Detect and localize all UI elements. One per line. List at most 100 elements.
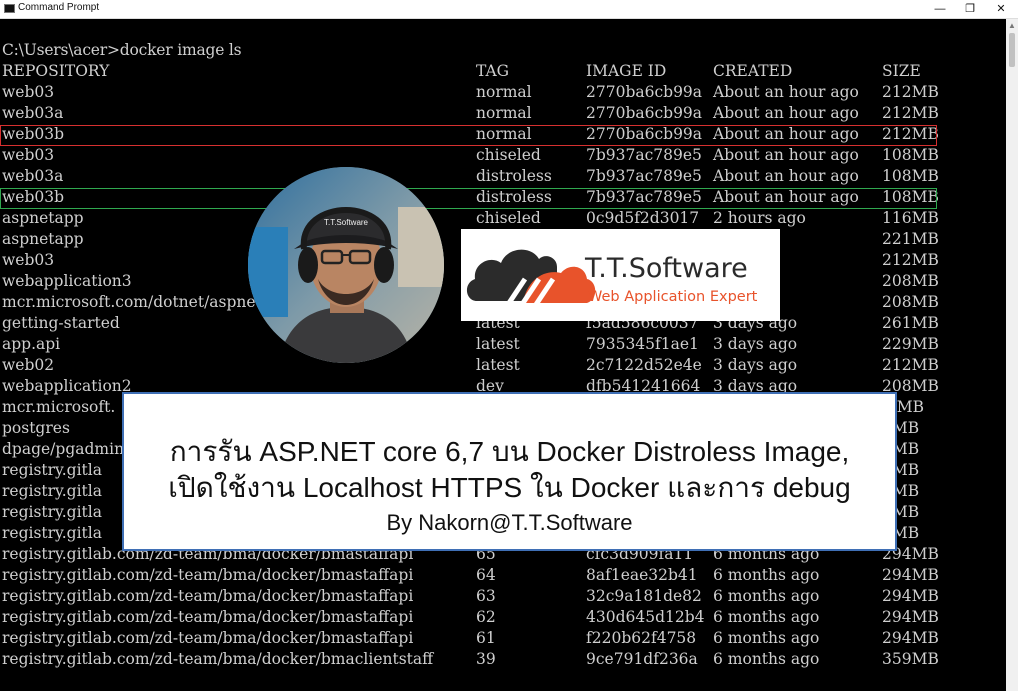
cell-size: 229MB xyxy=(882,335,939,353)
header-created: CREATED xyxy=(713,62,793,80)
cell-repository: registry.gitla xyxy=(2,524,102,542)
cell-created: 6 months ago xyxy=(713,587,820,605)
cell-created: About an hour ago xyxy=(713,104,859,122)
minimize-button[interactable]: — xyxy=(925,0,955,18)
cloud-logo-graphic: T.T.Software Web Application Expert xyxy=(466,249,758,317)
cell-size: 208MB xyxy=(882,272,939,290)
maximize-button[interactable]: ❐ xyxy=(955,0,985,18)
cell-repository: registry.gitlab.com/zd-team/bma/docker/b… xyxy=(2,587,414,605)
table-row: registry.gitlab.com/zd-team/bma/docker/b… xyxy=(0,566,1006,587)
cell-tag: distroless xyxy=(476,167,552,185)
cap-logo-text: T.T.Software xyxy=(324,218,369,227)
cell-image-id: 0c9d5f2d3017 xyxy=(586,209,700,227)
cell-image-id: 7b937ac789e5 xyxy=(586,146,702,164)
table-row: registry.gitlab.com/zd-team/bma/docker/b… xyxy=(0,608,1006,629)
cell-size: 212MB xyxy=(882,104,939,122)
header-image-id: IMAGE ID xyxy=(586,62,667,80)
article-title-banner: การรัน ASP.NET core 6,7 บน Docker Distro… xyxy=(122,392,897,551)
cell-image-id: 2770ba6cb99a xyxy=(586,104,703,122)
cell-repository: registry.gitla xyxy=(2,503,102,521)
window-title: Command Prompt xyxy=(18,2,100,13)
cell-repository: registry.gitlab.com/zd-team/bma/docker/b… xyxy=(2,629,414,647)
cell-repository: web03 xyxy=(2,251,55,269)
cell-repository: registry.gitlab.com/zd-team/bma/docker/b… xyxy=(2,566,414,584)
cell-tag: 61 xyxy=(476,629,496,647)
table-row: registry.gitlab.com/zd-team/bma/docker/b… xyxy=(0,650,1006,671)
table-row: registry.gitlab.com/zd-team/bma/docker/b… xyxy=(0,629,1006,650)
cell-repository: webapplication3 xyxy=(2,272,132,290)
cell-created: 6 months ago xyxy=(713,566,820,584)
cell-repository: registry.gitla xyxy=(2,461,102,479)
highlight-box-green xyxy=(0,188,937,209)
cell-repository: registry.gitla xyxy=(2,482,102,500)
cell-repository: web03a xyxy=(2,104,64,122)
cell-image-id: 9ce791df236a xyxy=(586,650,698,668)
cell-repository: getting-started xyxy=(2,314,120,332)
company-logo: T.T.Software Web Application Expert xyxy=(461,229,780,321)
scrollbar-thumb[interactable] xyxy=(1009,33,1015,67)
cell-repository: web03a xyxy=(2,167,64,185)
cell-size: 261MB xyxy=(882,314,939,332)
cell-repository: mcr.microsoft. xyxy=(2,398,116,416)
cell-size: 221MB xyxy=(882,230,939,248)
cell-size: 212MB xyxy=(882,356,939,374)
scroll-up-icon[interactable]: ▲ xyxy=(1008,21,1016,30)
vertical-scrollbar[interactable]: ▲ xyxy=(1006,19,1018,691)
cell-size: 294MB xyxy=(882,566,939,584)
cell-repository: web03 xyxy=(2,146,55,164)
cell-created: 3 days ago xyxy=(713,356,798,374)
cell-tag: 64 xyxy=(476,566,496,584)
cell-created: 6 months ago xyxy=(713,629,820,647)
command-line: C:\Users\acer>docker image ls xyxy=(2,41,242,59)
cell-tag: chiseled xyxy=(476,146,541,164)
banner-title-line-2: เปิดใช้งาน Localhost HTTPS ใน Docker และ… xyxy=(168,472,851,503)
cell-created: 6 months ago xyxy=(713,608,820,626)
logo-name: T.T.Software xyxy=(584,253,748,284)
cell-repository: webapplication2 xyxy=(2,377,132,395)
cell-tag: normal xyxy=(476,104,532,122)
cell-size: 294MB xyxy=(882,608,939,626)
cell-size: 294MB xyxy=(882,629,939,647)
cell-size: 116MB xyxy=(882,209,939,227)
cell-size: 359MB xyxy=(882,650,939,668)
cell-repository: aspnetapp xyxy=(2,230,84,248)
command-prompt-icon xyxy=(4,4,15,13)
cell-tag: latest xyxy=(476,356,520,374)
header-repository: REPOSITORY xyxy=(2,62,110,80)
cell-repository: postgres xyxy=(2,419,70,437)
cell-size: 294MB xyxy=(882,587,939,605)
cell-repository: web03 xyxy=(2,83,55,101)
cell-repository: app.api xyxy=(2,335,61,353)
cell-image-id: 7b937ac789e5 xyxy=(586,167,702,185)
cell-size: 108MB xyxy=(882,146,939,164)
table-row: registry.gitlab.com/zd-team/bma/docker/b… xyxy=(0,587,1006,608)
cell-created: About an hour ago xyxy=(713,146,859,164)
cell-created: 6 months ago xyxy=(713,650,820,668)
cell-tag: latest xyxy=(476,335,520,353)
author-avatar: T.T.Software xyxy=(248,167,444,363)
header-size: SIZE xyxy=(882,62,921,80)
cell-size: 208MB xyxy=(882,293,939,311)
table-row: aspnetapp chiseled 0c9d5f2d3017 2 hours ago… xyxy=(0,209,1006,230)
author-portrait-image: T.T.Software xyxy=(248,167,444,363)
cell-repository: mcr.microsoft.com/dotnet/aspne xyxy=(2,293,256,311)
cell-image-id: 32c9a181de82 xyxy=(586,587,702,605)
cell-tag: chiseled xyxy=(476,209,541,227)
cell-image-id: 2c7122d52e4e xyxy=(586,356,702,374)
cell-repository: registry.gitlab.com/zd-team/bma/docker/b… xyxy=(2,608,414,626)
cell-size: 212MB xyxy=(882,251,939,269)
console-output[interactable]: C:\Users\acer>docker image ls REPOSITORY… xyxy=(0,19,1006,691)
cell-repository: aspnetapp xyxy=(2,209,84,227)
cell-image-id: 430d645d12b4 xyxy=(586,608,705,626)
table-row: web03a normal 2770ba6cb99a About an hour ag… xyxy=(0,104,1006,125)
cell-repository: registry.gitlab.com/zd-team/bma/docker/b… xyxy=(2,650,434,668)
cell-tag: 39 xyxy=(476,650,496,668)
close-button[interactable]: ✕ xyxy=(986,0,1016,18)
table-row: web03 normal 2770ba6cb99a About an hour ago… xyxy=(0,83,1006,104)
cell-image-id: f220b62f4758 xyxy=(586,629,697,647)
cell-repository: dpage/pgadmin4 xyxy=(2,440,134,458)
cell-image-id: 7935345f1ae1 xyxy=(586,335,699,353)
table-header: REPOSITORY TAG IMAGE ID CREATED SIZE xyxy=(0,62,1006,83)
cell-size: 108MB xyxy=(882,167,939,185)
cell-tag: 62 xyxy=(476,608,496,626)
